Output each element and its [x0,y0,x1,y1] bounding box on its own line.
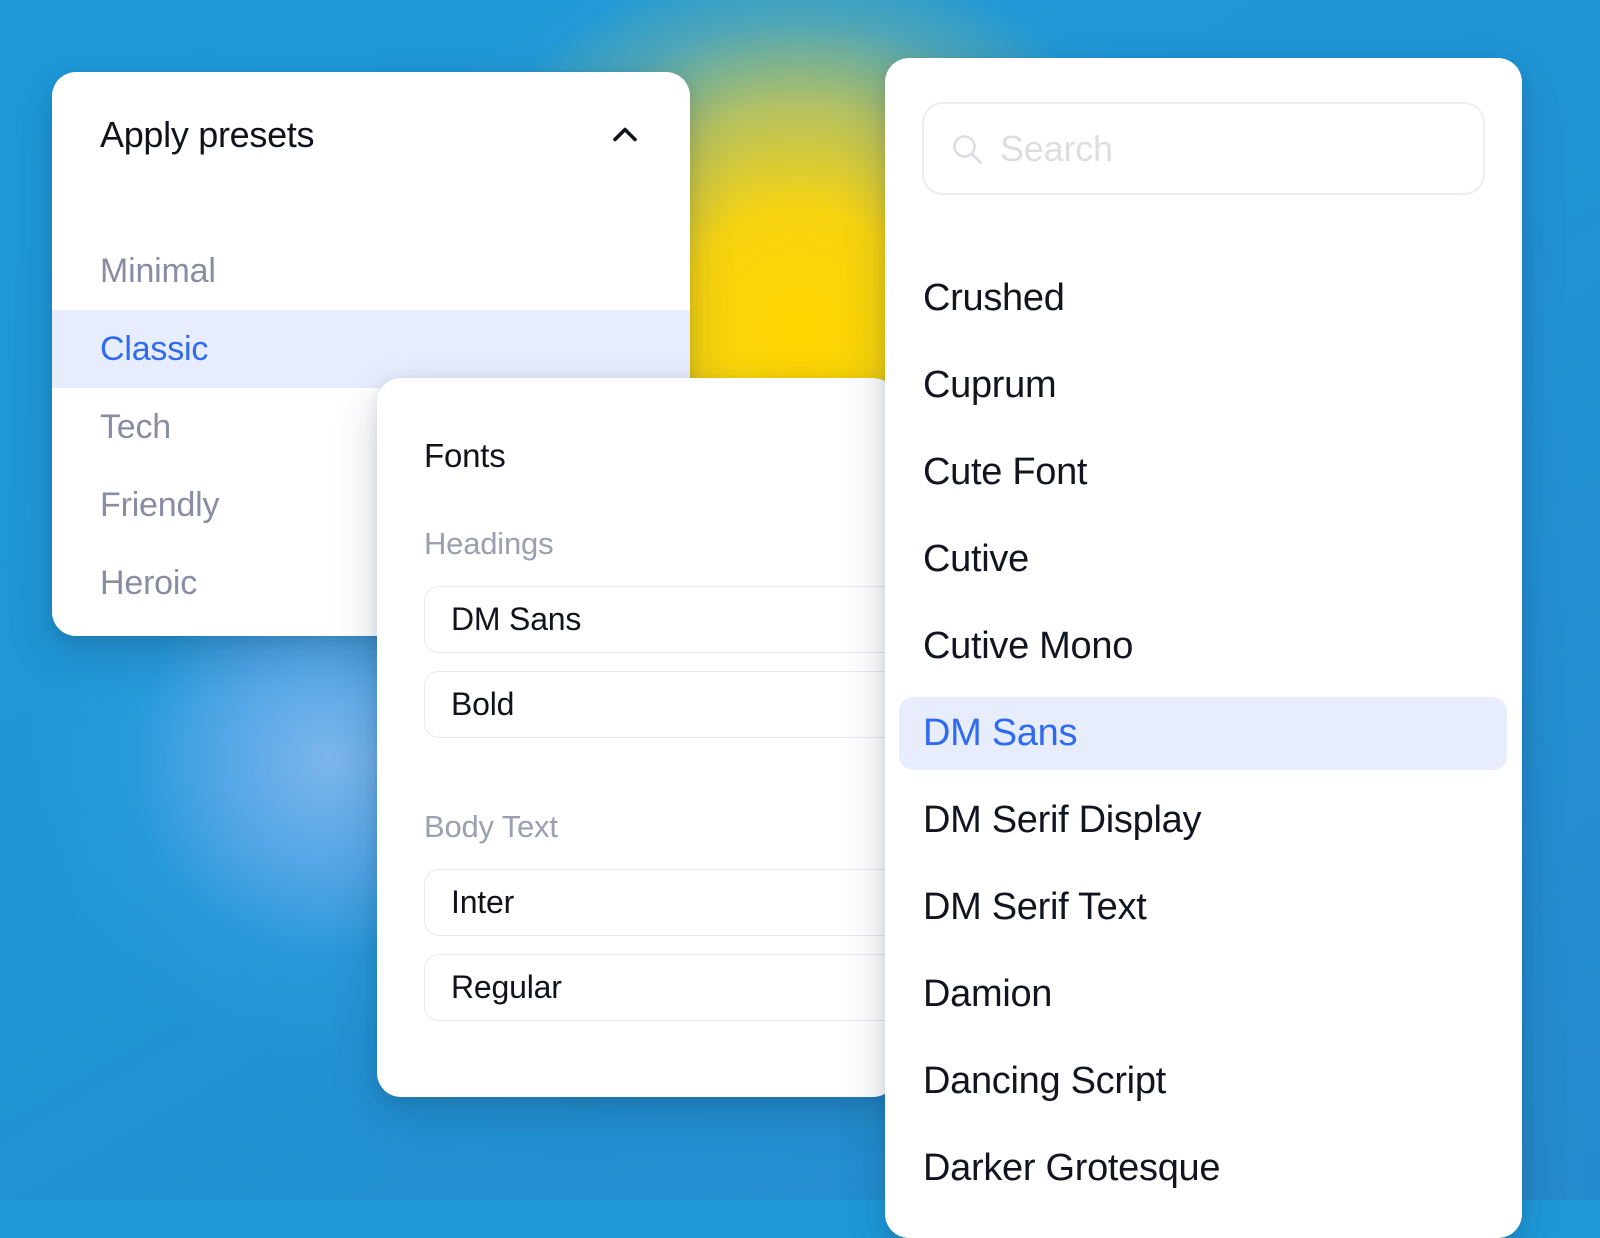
font-list-item-cutive[interactable]: Cutive [899,523,1507,596]
font-list-item-crushed[interactable]: Crushed [899,262,1507,335]
heading-font-weight-select[interactable]: Bold [424,671,897,738]
preset-item-label: Tech [100,407,172,446]
headings-group-label: Headings [424,526,554,561]
presets-panel-header[interactable]: Apply presets [52,72,690,198]
font-list-item-dm-serif-text[interactable]: DM Serif Text [899,871,1507,944]
font-item-label: Cutive [923,538,1029,580]
body-text-group-label: Body Text [424,809,558,844]
preset-item-label: Heroic [100,563,198,602]
body-font-weight-value: Regular [451,969,562,1005]
fonts-panel: Fonts Headings DM Sans Bold Body Text In… [377,378,897,1097]
heading-font-weight-value: Bold [451,686,515,722]
search-placeholder-text: Search [1000,127,1113,169]
body-font-family-value: Inter [451,884,515,920]
font-item-label: DM Sans [923,712,1078,754]
font-list-item-cutive-mono[interactable]: Cutive Mono [899,610,1507,683]
chevron-up-icon[interactable] [608,118,642,152]
presets-panel-title: Apply presets [100,114,315,155]
body-font-family-select[interactable]: Inter [424,869,897,936]
preset-item-label: Minimal [100,251,216,290]
font-item-label: DM Serif Text [923,886,1147,928]
preset-item-label: Classic [100,329,209,368]
font-list-panel: Search Crushed Cuprum Cute Font Cutive C… [885,58,1522,1238]
body-font-weight-select[interactable]: Regular [424,954,897,1021]
font-item-label: Crushed [923,277,1065,319]
font-item-label: Damion [923,973,1053,1015]
preset-item-minimal[interactable]: Minimal [52,232,690,310]
font-item-label: DM Serif Display [923,799,1202,841]
font-list-item-dm-serif-display[interactable]: DM Serif Display [899,784,1507,857]
font-list-item-darker-grotesque[interactable]: Darker Grotesque [899,1132,1507,1205]
font-item-label: Dancing Script [923,1060,1166,1102]
preset-item-label: Friendly [100,485,220,524]
search-icon [950,132,984,166]
font-list-item-cute-font[interactable]: Cute Font [899,436,1507,509]
font-list-item-cuprum[interactable]: Cuprum [899,349,1507,422]
font-item-label: Cuprum [923,364,1057,406]
font-item-label: Cutive Mono [923,625,1134,667]
font-list-item-dm-sans[interactable]: DM Sans [899,697,1507,770]
preset-item-classic[interactable]: Classic [52,310,690,388]
font-list-item-dancing-script[interactable]: Dancing Script [899,1045,1507,1118]
font-item-label: Darker Grotesque [923,1147,1221,1189]
heading-font-family-value: DM Sans [451,601,582,637]
font-list-item-damion[interactable]: Damion [899,958,1507,1031]
font-item-label: Cute Font [923,451,1088,493]
heading-font-family-select[interactable]: DM Sans [424,586,897,653]
search-input[interactable]: Search [922,102,1485,195]
fonts-panel-title: Fonts [424,437,506,474]
